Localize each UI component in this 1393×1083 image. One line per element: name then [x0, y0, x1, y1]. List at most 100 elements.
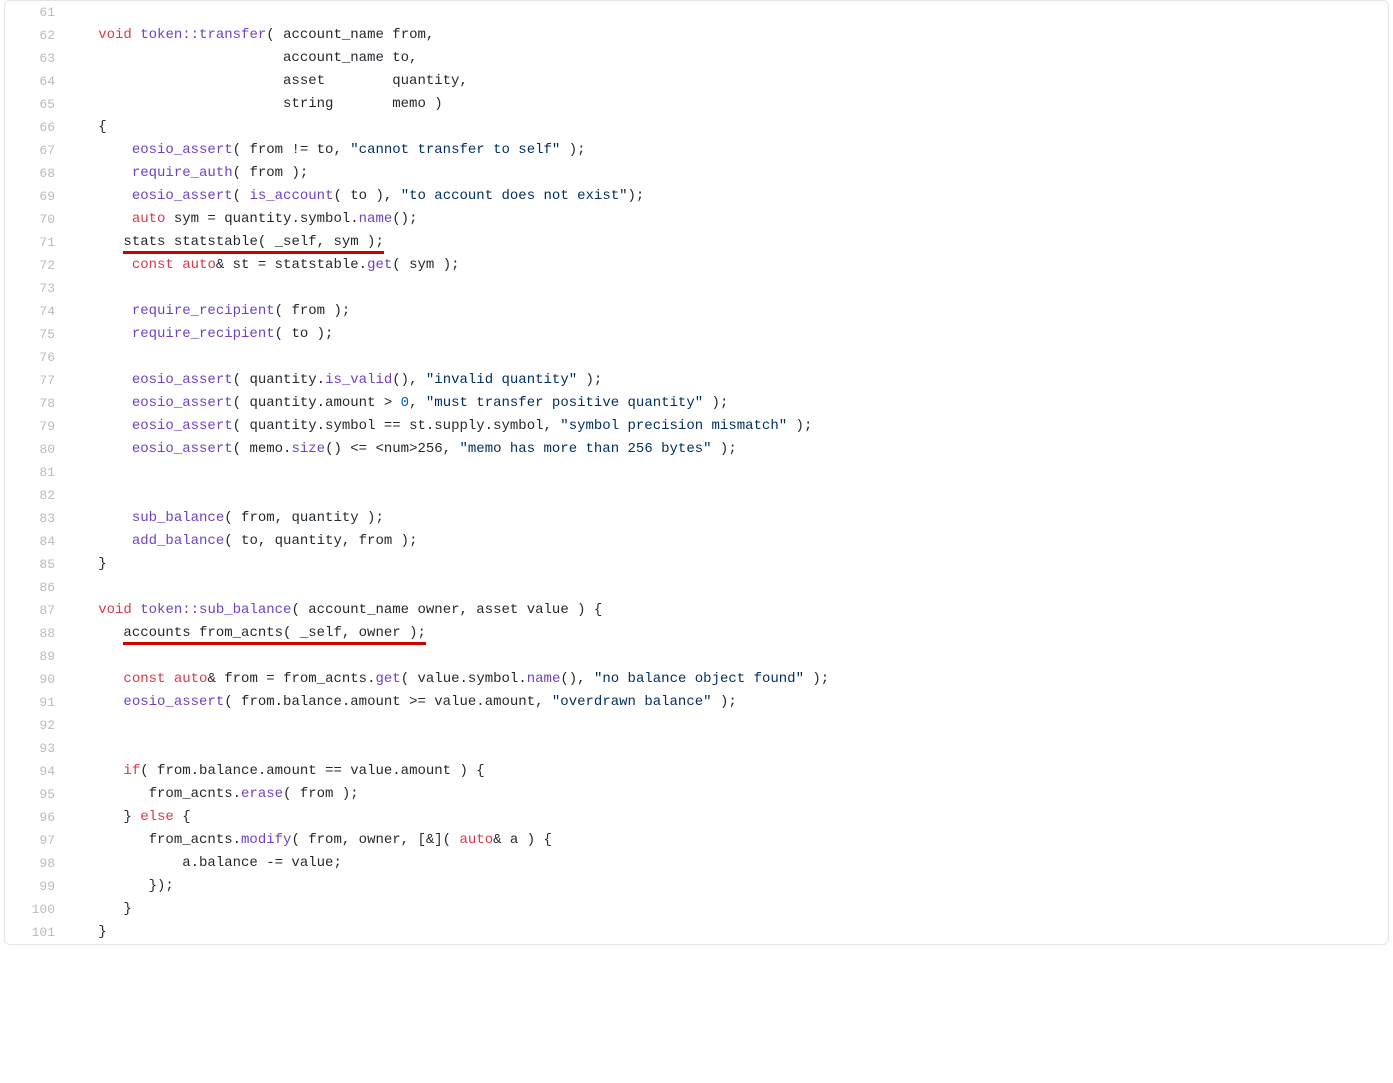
- line-number[interactable]: 65: [5, 93, 73, 116]
- line-number[interactable]: 100: [5, 898, 73, 921]
- line-number[interactable]: 68: [5, 162, 73, 185]
- code-content[interactable]: eosio_assert( quantity.symbol == st.supp…: [73, 415, 1388, 438]
- code-content[interactable]: require_recipient( to );: [73, 323, 1388, 346]
- code-line: 98 a.balance -= value;: [5, 852, 1388, 875]
- code-table: 61 62 void token::transfer( account_name…: [5, 1, 1388, 944]
- line-number[interactable]: 95: [5, 783, 73, 806]
- code-content[interactable]: [73, 645, 1388, 668]
- code-content[interactable]: auto sym = quantity.symbol.name();: [73, 208, 1388, 231]
- line-number[interactable]: 83: [5, 507, 73, 530]
- code-content[interactable]: [73, 346, 1388, 369]
- code-content[interactable]: [73, 461, 1388, 484]
- code-line: 99 });: [5, 875, 1388, 898]
- code-content[interactable]: accounts from_acnts( _self, owner );: [73, 622, 1388, 645]
- line-number[interactable]: 72: [5, 254, 73, 277]
- code-content[interactable]: void token::transfer( account_name from,: [73, 24, 1388, 47]
- code-line: 82: [5, 484, 1388, 507]
- line-number[interactable]: 84: [5, 530, 73, 553]
- code-content[interactable]: account_name to,: [73, 47, 1388, 70]
- code-content[interactable]: const auto& st = statstable.get( sym );: [73, 254, 1388, 277]
- code-content[interactable]: if( from.balance.amount == value.amount …: [73, 760, 1388, 783]
- line-number[interactable]: 96: [5, 806, 73, 829]
- code-content[interactable]: }: [73, 553, 1388, 576]
- code-content[interactable]: void token::sub_balance( account_name ow…: [73, 599, 1388, 622]
- code-line: 88 accounts from_acnts( _self, owner );: [5, 622, 1388, 645]
- code-content[interactable]: [73, 484, 1388, 507]
- code-line: 90 const auto& from = from_acnts.get( va…: [5, 668, 1388, 691]
- line-number[interactable]: 67: [5, 139, 73, 162]
- line-number[interactable]: 81: [5, 461, 73, 484]
- line-number[interactable]: 70: [5, 208, 73, 231]
- line-number[interactable]: 78: [5, 392, 73, 415]
- code-line: 87 void token::sub_balance( account_name…: [5, 599, 1388, 622]
- code-line: 94 if( from.balance.amount == value.amou…: [5, 760, 1388, 783]
- code-line: 63 account_name to,: [5, 47, 1388, 70]
- line-number[interactable]: 91: [5, 691, 73, 714]
- line-number[interactable]: 76: [5, 346, 73, 369]
- line-number[interactable]: 98: [5, 852, 73, 875]
- line-number[interactable]: 93: [5, 737, 73, 760]
- code-line: 71 stats statstable( _self, sym );: [5, 231, 1388, 254]
- code-content[interactable]: eosio_assert( from != to, "cannot transf…: [73, 139, 1388, 162]
- code-content[interactable]: require_auth( from );: [73, 162, 1388, 185]
- line-number[interactable]: 77: [5, 369, 73, 392]
- code-line: 84 add_balance( to, quantity, from );: [5, 530, 1388, 553]
- code-content[interactable]: sub_balance( from, quantity );: [73, 507, 1388, 530]
- code-content[interactable]: stats statstable( _self, sym );: [73, 231, 1388, 254]
- code-line: 68 require_auth( from );: [5, 162, 1388, 185]
- line-number[interactable]: 88: [5, 622, 73, 645]
- code-content[interactable]: a.balance -= value;: [73, 852, 1388, 875]
- line-number[interactable]: 92: [5, 714, 73, 737]
- code-content[interactable]: from_acnts.modify( from, owner, [&]( aut…: [73, 829, 1388, 852]
- code-content[interactable]: const auto& from = from_acnts.get( value…: [73, 668, 1388, 691]
- code-content[interactable]: [73, 576, 1388, 599]
- code-line: 76: [5, 346, 1388, 369]
- line-number[interactable]: 82: [5, 484, 73, 507]
- code-content[interactable]: asset quantity,: [73, 70, 1388, 93]
- code-content[interactable]: eosio_assert( is_account( to ), "to acco…: [73, 185, 1388, 208]
- code-content[interactable]: from_acnts.erase( from );: [73, 783, 1388, 806]
- line-number[interactable]: 85: [5, 553, 73, 576]
- code-line: 65 string memo ): [5, 93, 1388, 116]
- line-number[interactable]: 79: [5, 415, 73, 438]
- line-number[interactable]: 94: [5, 760, 73, 783]
- code-content[interactable]: [73, 1, 1388, 24]
- code-content[interactable]: [73, 277, 1388, 300]
- line-number[interactable]: 101: [5, 921, 73, 944]
- line-number[interactable]: 69: [5, 185, 73, 208]
- code-line: 73: [5, 277, 1388, 300]
- code-content[interactable]: eosio_assert( from.balance.amount >= val…: [73, 691, 1388, 714]
- code-content[interactable]: [73, 737, 1388, 760]
- code-line: 78 eosio_assert( quantity.amount > 0, "m…: [5, 392, 1388, 415]
- code-content[interactable]: eosio_assert( quantity.amount > 0, "must…: [73, 392, 1388, 415]
- line-number[interactable]: 80: [5, 438, 73, 461]
- code-content[interactable]: string memo ): [73, 93, 1388, 116]
- line-number[interactable]: 74: [5, 300, 73, 323]
- code-content[interactable]: }: [73, 921, 1388, 944]
- line-number[interactable]: 66: [5, 116, 73, 139]
- code-content[interactable]: } else {: [73, 806, 1388, 829]
- line-number[interactable]: 73: [5, 277, 73, 300]
- line-number[interactable]: 64: [5, 70, 73, 93]
- line-number[interactable]: 97: [5, 829, 73, 852]
- code-content[interactable]: require_recipient( from );: [73, 300, 1388, 323]
- code-line: 92: [5, 714, 1388, 737]
- code-content[interactable]: eosio_assert( quantity.is_valid(), "inva…: [73, 369, 1388, 392]
- code-content[interactable]: {: [73, 116, 1388, 139]
- line-number[interactable]: 89: [5, 645, 73, 668]
- line-number[interactable]: 71: [5, 231, 73, 254]
- code-content[interactable]: });: [73, 875, 1388, 898]
- line-number[interactable]: 86: [5, 576, 73, 599]
- line-number[interactable]: 75: [5, 323, 73, 346]
- line-number[interactable]: 90: [5, 668, 73, 691]
- code-content[interactable]: }: [73, 898, 1388, 921]
- code-content[interactable]: add_balance( to, quantity, from );: [73, 530, 1388, 553]
- code-content[interactable]: eosio_assert( memo.size() <= <num>256, "…: [73, 438, 1388, 461]
- line-number[interactable]: 62: [5, 24, 73, 47]
- line-number[interactable]: 61: [5, 1, 73, 24]
- code-line: 72 const auto& st = statstable.get( sym …: [5, 254, 1388, 277]
- line-number[interactable]: 99: [5, 875, 73, 898]
- line-number[interactable]: 63: [5, 47, 73, 70]
- code-content[interactable]: [73, 714, 1388, 737]
- line-number[interactable]: 87: [5, 599, 73, 622]
